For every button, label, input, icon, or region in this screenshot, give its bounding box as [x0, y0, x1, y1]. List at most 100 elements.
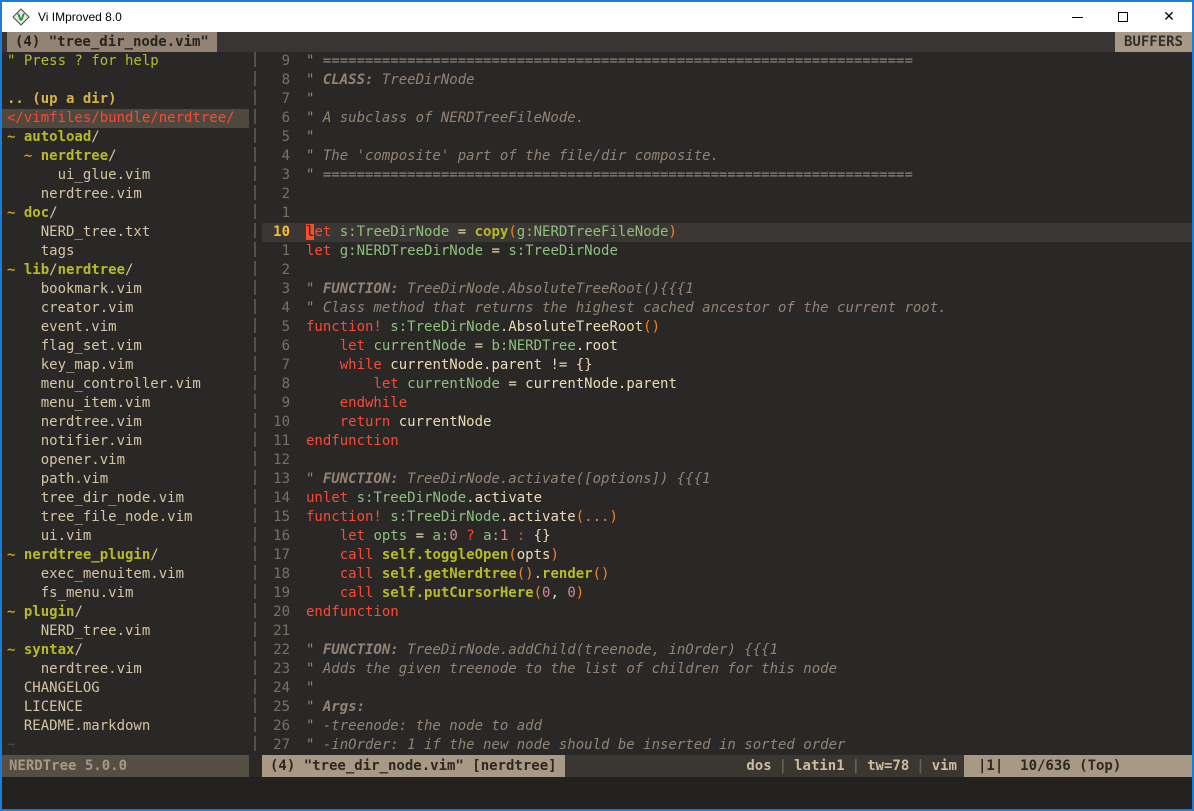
code-line[interactable]: 7 while currentNode.parent != {}	[262, 356, 1192, 375]
syntax-segment: 0	[449, 528, 457, 544]
syntax-segment: opts	[517, 547, 551, 563]
code-line[interactable]: 13" FUNCTION: TreeDirNode.activate([opti…	[262, 470, 1192, 489]
tree-item[interactable]: " Press ? for help	[2, 52, 249, 71]
code-line[interactable]: 7"	[262, 90, 1192, 109]
syntax-segment	[306, 395, 340, 411]
tree-item[interactable]: event.vim	[2, 318, 249, 337]
tree-item[interactable]: bookmark.vim	[2, 280, 249, 299]
code-line[interactable]: 4" The 'composite' part of the file/dir …	[262, 147, 1192, 166]
tree-item[interactable]: menu_controller.vim	[2, 375, 249, 394]
code-line[interactable]: 5"	[262, 128, 1192, 147]
tree-item[interactable]: exec_menuitem.vim	[2, 565, 249, 584]
line-number: 15	[262, 508, 290, 527]
tree-item[interactable]: ~ nerdtree_plugin/	[2, 546, 249, 565]
code-line[interactable]: 3" =====================================…	[262, 166, 1192, 185]
tree-item[interactable]: opener.vim	[2, 451, 249, 470]
code-line[interactable]: 9" =====================================…	[262, 52, 1192, 71]
tree-item[interactable]: ~ plugin/	[2, 603, 249, 622]
code-line[interactable]: 6" A subclass of NERDTreeFileNode.	[262, 109, 1192, 128]
tree-item[interactable]: tree_file_node.vim	[2, 508, 249, 527]
tab-tree-dir-node[interactable]: (4) "tree_dir_node.vim"	[7, 32, 217, 52]
tree-item[interactable]: NERD_tree.txt	[2, 223, 249, 242]
tree-item[interactable]: LICENCE	[2, 698, 249, 717]
code-line[interactable]: 16 let opts = a:0 ? a:1 : {}	[262, 527, 1192, 546]
tree-item[interactable]: notifier.vim	[2, 432, 249, 451]
code-text: let currentNode = currentNode.parent	[306, 375, 677, 394]
code-line[interactable]: 19 call self.putCursorHere(0, 0)	[262, 584, 1192, 603]
code-line[interactable]: 8" CLASS: TreeDirNode	[262, 71, 1192, 90]
tree-item[interactable]: ui.vim	[2, 527, 249, 546]
tree-item[interactable]: nerdtree.vim	[2, 185, 249, 204]
tree-item[interactable]: menu_item.vim	[2, 394, 249, 413]
tree-item[interactable]: ~ nerdtree/	[2, 147, 249, 166]
code-line[interactable]: 14unlet s:TreeDirNode.activate	[262, 489, 1192, 508]
tree-item[interactable]: creator.vim	[2, 299, 249, 318]
code-line[interactable]: 26" -treenode: the node to add	[262, 717, 1192, 736]
code-line[interactable]: 11endfunction	[262, 432, 1192, 451]
tree-item[interactable]: tree_dir_node.vim	[2, 489, 249, 508]
tree-item[interactable]: ~ lib/nerdtree/	[2, 261, 249, 280]
code-line[interactable]: 17 call self.toggleOpen(opts)	[262, 546, 1192, 565]
code-line[interactable]: 10let s:TreeDirNode = copy(g:NERDTreeFil…	[262, 223, 1192, 242]
syntax-segment: .activate	[500, 509, 576, 525]
code-line[interactable]: 2	[262, 185, 1192, 204]
code-line[interactable]: 27" -inOrder: 1 if the new node should b…	[262, 736, 1192, 755]
command-line[interactable]	[2, 777, 1192, 809]
code-line[interactable]: 18 call self.getNerdtree().render()	[262, 565, 1192, 584]
tree-item[interactable]: ~	[2, 736, 249, 755]
close-button[interactable]: ✕	[1146, 2, 1192, 32]
code-line[interactable]: 9 endwhile	[262, 394, 1192, 413]
tree-item[interactable]: ~ doc/	[2, 204, 249, 223]
code-line[interactable]: 22" FUNCTION: TreeDirNode.addChild(treen…	[262, 641, 1192, 660]
syntax-segment: fs_menu.vim	[7, 585, 133, 601]
syntax-segment: "	[306, 642, 323, 658]
tree-item[interactable]: ~ syntax/	[2, 641, 249, 660]
code-line[interactable]: 23" Adds the given treenode to the list …	[262, 660, 1192, 679]
tree-item[interactable]: tags	[2, 242, 249, 261]
code-text: " ======================================…	[306, 52, 913, 71]
syntax-segment: /	[150, 547, 158, 563]
maximize-button[interactable]	[1100, 2, 1146, 32]
tree-item[interactable]: README.markdown	[2, 717, 249, 736]
code-line[interactable]: 8 let currentNode = currentNode.parent	[262, 375, 1192, 394]
code-line[interactable]: 15function! s:TreeDirNode.activate(...)	[262, 508, 1192, 527]
code-line[interactable]: 24"	[262, 679, 1192, 698]
tree-item[interactable]: CHANGELOG	[2, 679, 249, 698]
tree-item[interactable]: .. (up a dir)	[2, 90, 249, 109]
code-line[interactable]: 12	[262, 451, 1192, 470]
code-line[interactable]: 25" Args:	[262, 698, 1192, 717]
syntax-segment: " Adds the given treenode to the list of…	[306, 661, 837, 677]
code-line[interactable]: 3" FUNCTION: TreeDirNode.AbsoluteTreeRoo…	[262, 280, 1192, 299]
code-line[interactable]: 21	[262, 622, 1192, 641]
tree-item[interactable]: nerdtree.vim	[2, 413, 249, 432]
code-line[interactable]: 1	[262, 204, 1192, 223]
code-text: " Adds the given treenode to the list of…	[306, 660, 837, 679]
tree-item[interactable]: </vimfiles/bundle/nerdtree/	[2, 109, 249, 128]
code-line[interactable]: 20endfunction	[262, 603, 1192, 622]
tree-item[interactable]: ~ autoload/	[2, 128, 249, 147]
syntax-segment: tree_file_node.vim	[7, 509, 192, 525]
syntax-segment: FUNCTION:	[323, 281, 399, 297]
syntax-segment: menu_item.vim	[7, 395, 150, 411]
tree-item[interactable]	[2, 71, 249, 90]
tree-item[interactable]: key_map.vim	[2, 356, 249, 375]
syntax-segment: LICENCE	[7, 699, 83, 715]
tree-item[interactable]: nerdtree.vim	[2, 660, 249, 679]
code-line[interactable]: 1let g:NERDTreeDirNode = s:TreeDirNode	[262, 242, 1192, 261]
minimize-button[interactable]	[1054, 2, 1100, 32]
vertical-split-separator[interactable]	[249, 52, 262, 755]
code-line[interactable]: 4" Class method that returns the highest…	[262, 299, 1192, 318]
tree-item[interactable]: ui_glue.vim	[2, 166, 249, 185]
tree-item[interactable]: flag_set.vim	[2, 337, 249, 356]
syntax-segment: " -inOrder: 1 if the new node should be …	[306, 737, 845, 753]
code-line[interactable]: 10 return currentNode	[262, 413, 1192, 432]
syntax-segment: let	[340, 528, 365, 544]
code-line[interactable]: 6 let currentNode = b:NERDTree.root	[262, 337, 1192, 356]
tree-item[interactable]: fs_menu.vim	[2, 584, 249, 603]
tree-item[interactable]: path.vim	[2, 470, 249, 489]
code-line[interactable]: 2	[262, 261, 1192, 280]
tree-item[interactable]: NERD_tree.vim	[2, 622, 249, 641]
syntax-segment: let	[306, 243, 331, 259]
syntax-segment	[306, 357, 340, 373]
code-line[interactable]: 5function! s:TreeDirNode.AbsoluteTreeRoo…	[262, 318, 1192, 337]
